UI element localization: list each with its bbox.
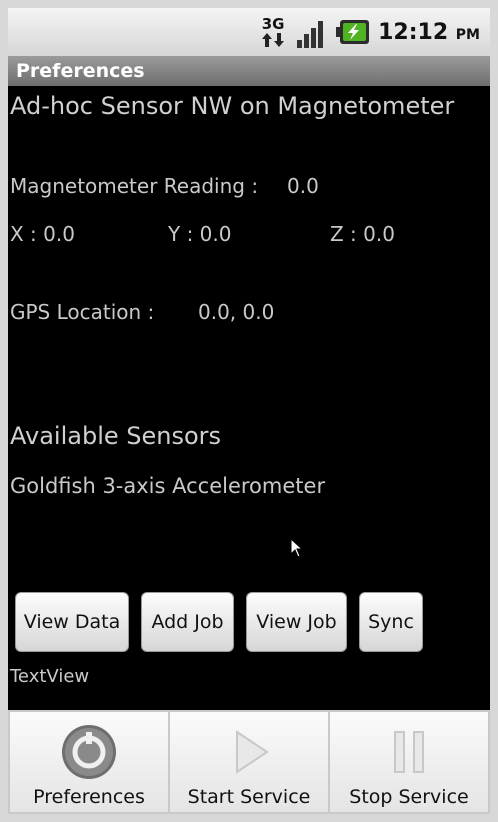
z-value: Z : 0.0 <box>330 222 395 246</box>
menu-item-start-service[interactable]: Start Service <box>170 712 328 812</box>
view-data-button[interactable]: View Data <box>15 592 129 652</box>
device-frame-top <box>0 0 498 8</box>
app-heading: Ad-hoc Sensor NW on Magnetometer <box>10 92 455 120</box>
menu-item-label: Start Service <box>187 786 311 808</box>
view-job-button[interactable]: View Job <box>246 592 347 652</box>
signal-strength-icon <box>297 21 324 48</box>
network-type-label: 3G <box>261 15 285 33</box>
available-sensors-heading: Available Sensors <box>10 422 222 450</box>
play-icon <box>236 730 269 774</box>
options-menu: Preferences Start Service Stop Service <box>8 710 490 814</box>
title-bar: Preferences <box>8 56 490 86</box>
x-value: X : 0.0 <box>10 222 75 246</box>
sensor-list-item[interactable]: Goldfish 3-axis Accelerometer <box>10 474 325 498</box>
textview-label: TextView <box>10 666 90 687</box>
clock-ampm: PM <box>455 26 480 43</box>
status-icons: 3G 12:12 PM <box>258 14 480 50</box>
menu-item-label: Preferences <box>33 786 145 808</box>
add-job-button[interactable]: Add Job <box>141 592 234 652</box>
clock: 12:12 PM <box>378 20 480 45</box>
device-frame-right <box>490 0 498 822</box>
magnetometer-reading-label: Magnetometer Reading : <box>10 174 259 198</box>
magnetometer-reading-value: 0.0 <box>287 174 319 198</box>
battery-charging-icon <box>336 20 370 44</box>
menu-item-stop-service[interactable]: Stop Service <box>330 712 488 812</box>
gps-location-value: 0.0, 0.0 <box>198 300 275 324</box>
sync-button[interactable]: Sync <box>359 592 423 652</box>
device-frame-left <box>0 0 8 822</box>
pause-icon <box>394 731 424 773</box>
gear-icon <box>62 725 116 779</box>
menu-item-label: Stop Service <box>349 786 469 808</box>
menu-item-preferences[interactable]: Preferences <box>10 712 168 812</box>
y-value: Y : 0.0 <box>168 222 232 246</box>
clock-time: 12:12 <box>378 19 449 45</box>
page-title: Preferences <box>16 60 145 82</box>
device-frame-bottom <box>0 814 498 822</box>
gps-location-label: GPS Location : <box>10 300 155 324</box>
mouse-cursor-icon <box>290 538 304 558</box>
status-bar: 3G 12:12 PM <box>8 8 490 56</box>
3g-data-icon: 3G <box>258 15 288 49</box>
